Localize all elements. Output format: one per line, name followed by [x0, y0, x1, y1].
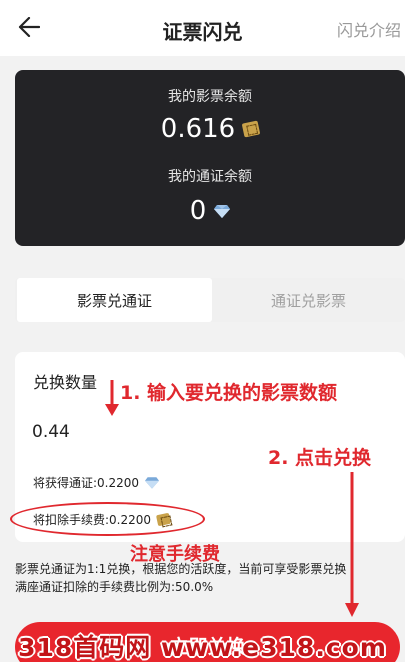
site-watermark: 318首码网 www.e318.com — [18, 633, 387, 662]
fee-highlight-oval — [10, 502, 205, 536]
annotation-step2: 2. 点击兑换 — [268, 447, 372, 469]
notice-line-1: 影票兑通证为1:1兑换，根据您的活跃度，当前可享受影票兑换 — [15, 562, 347, 576]
notice-line-2: 满座通证扣除的手续费比例为:50.0% — [15, 580, 214, 594]
annotation-step1: 1. 输入要兑换的影票数额 — [120, 382, 338, 404]
exchange-notice: 影票兑通证为1:1兑换，根据您的活跃度，当前可享受影票兑换 满座通证扣除的手续费… — [15, 560, 405, 596]
